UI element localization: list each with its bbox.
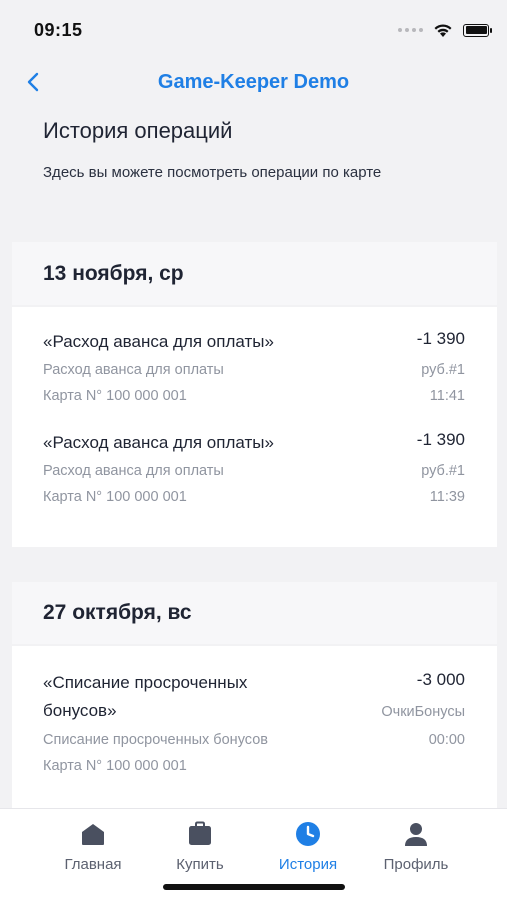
tab-label: История <box>278 856 338 873</box>
tab-label: Главная <box>64 856 122 873</box>
bag-icon <box>189 821 211 845</box>
operation-item[interactable]: «Расход аванса для оплаты» -1 390 Расход… <box>43 430 465 520</box>
home-icon <box>82 824 104 845</box>
nav-title: Game-Keeper Demo <box>157 70 350 93</box>
operation-item[interactable]: «Расход аванса для оплаты» -1 390 Расход… <box>43 329 465 419</box>
operation-subtitle: Списание просроченных бонусов <box>43 732 268 748</box>
signal-icon <box>398 28 423 32</box>
operation-title-continued: бонусов» <box>43 701 117 720</box>
status-icons <box>398 23 492 38</box>
tab-history[interactable]: История <box>258 819 358 873</box>
nav-bar: Game-Keeper Demo <box>0 60 507 104</box>
page-description: Здесь вы можете посмотреть операции по к… <box>43 164 382 181</box>
operation-amount: -3 000 <box>416 670 465 689</box>
day-card: «Расход аванса для оплаты» -1 390 Расход… <box>12 307 497 547</box>
page-title: История операций <box>43 118 233 143</box>
operation-title: «Расход аванса для оплаты» <box>43 332 274 351</box>
operation-card: Карта N° 100 000 001 <box>43 489 187 505</box>
operation-item[interactable]: «Списание просроченных -3 000 бонусов» О… <box>43 670 465 805</box>
operation-currency: ОчкиБонусы <box>381 704 465 720</box>
day-header: 27 октября, вс <box>12 582 497 644</box>
operation-subtitle: Расход аванса для оплаты <box>43 362 224 378</box>
profile-icon <box>405 823 427 846</box>
tab-label: Профиль <box>383 856 449 873</box>
battery-icon <box>463 23 492 37</box>
home-indicator <box>163 884 345 890</box>
operation-subtitle: Расход аванса для оплаты <box>43 463 224 479</box>
back-chevron-icon[interactable] <box>20 68 48 96</box>
operation-currency: руб.#1 <box>421 463 465 479</box>
status-time: 09:15 <box>34 19 83 40</box>
operation-card: Карта N° 100 000 001 <box>43 758 187 774</box>
tab-profile[interactable]: Профиль <box>366 819 466 873</box>
operation-time: 00:00 <box>428 732 465 748</box>
status-bar: 09:15 <box>0 0 507 60</box>
day-card: «Списание просроченных -3 000 бонусов» О… <box>12 646 497 808</box>
tab-home[interactable]: Главная <box>43 819 143 873</box>
operation-time: 11:41 <box>429 388 465 404</box>
operation-title: «Списание просроченных <box>43 673 248 692</box>
day-header: 13 ноября, ср <box>12 242 497 305</box>
tab-label: Купить <box>176 856 224 873</box>
wifi-icon <box>434 23 452 37</box>
operation-amount: -1 390 <box>416 430 465 449</box>
operation-time: 11:39 <box>429 489 465 505</box>
tab-buy[interactable]: Купить <box>150 819 250 873</box>
clock-icon <box>296 822 320 846</box>
operation-currency: руб.#1 <box>421 362 465 378</box>
operation-amount: -1 390 <box>416 329 465 348</box>
operation-title: «Расход аванса для оплаты» <box>43 433 274 452</box>
operation-card: Карта N° 100 000 001 <box>43 388 187 404</box>
